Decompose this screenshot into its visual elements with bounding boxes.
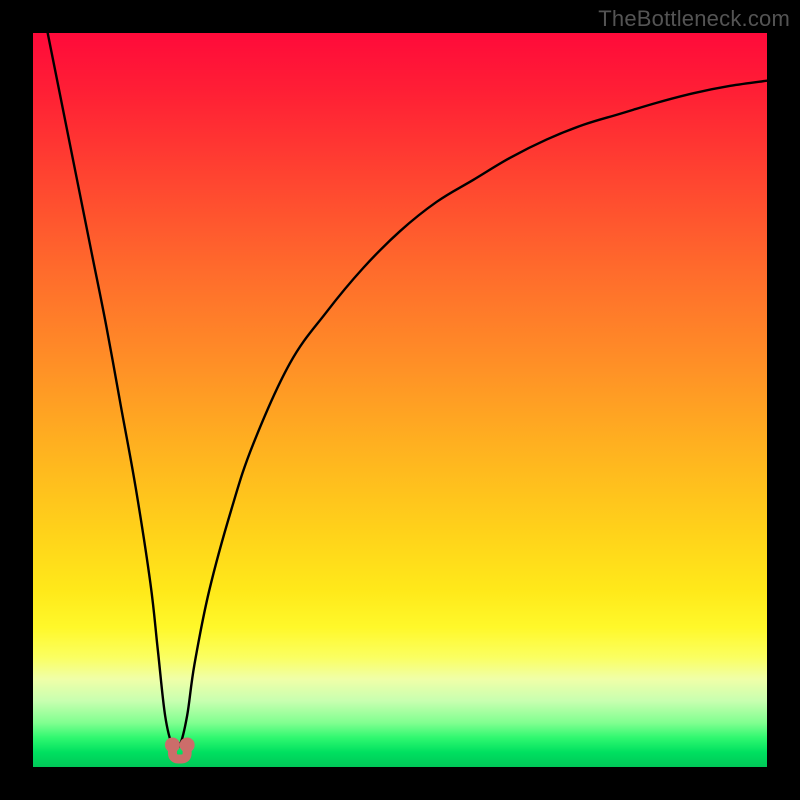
- trough-right-marker: [180, 737, 195, 752]
- watermark-text: TheBottleneck.com: [598, 6, 790, 32]
- trough-left-marker: [165, 737, 180, 752]
- bottleneck-curve: [33, 33, 767, 767]
- bottleneck-curve-path: [48, 33, 767, 749]
- chart-frame: TheBottleneck.com: [0, 0, 800, 800]
- plot-area: [33, 33, 767, 767]
